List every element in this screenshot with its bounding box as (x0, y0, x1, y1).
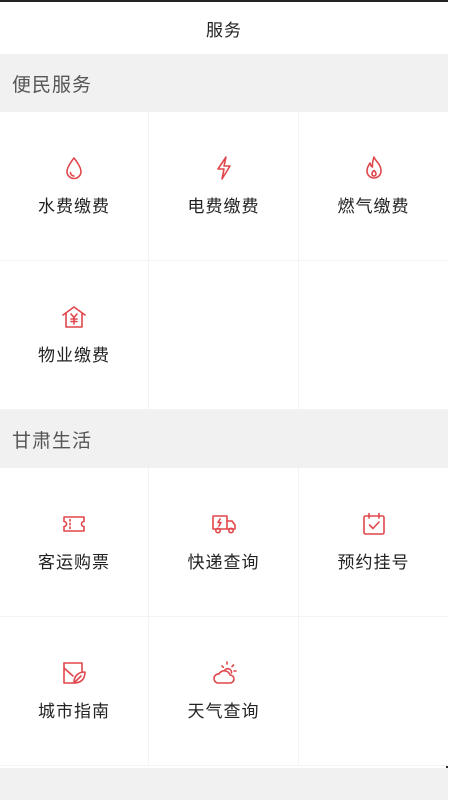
service-item-appointment[interactable]: 预约挂号 (299, 468, 448, 617)
house-yen-icon (60, 303, 88, 331)
service-item-express-query[interactable]: 快递查询 (149, 468, 299, 617)
service-label: 水费缴费 (38, 197, 110, 217)
empty-cell (149, 261, 299, 410)
service-label: 客运购票 (38, 553, 110, 573)
service-grid-convenience: 水费缴费 电费缴费 燃气缴费 物业缴费 (0, 112, 448, 410)
service-item-electricity-bill[interactable]: 电费缴费 (149, 112, 299, 261)
empty-cell (299, 617, 448, 766)
map-leaf-icon (60, 659, 88, 687)
ticket-icon (60, 510, 88, 538)
service-item-city-guide[interactable]: 城市指南 (0, 617, 149, 766)
section-title: 甘肃生活 (12, 429, 93, 452)
empty-cell (299, 261, 448, 410)
service-item-property-fee[interactable]: 物业缴费 (0, 261, 149, 410)
delivery-truck-icon (210, 510, 238, 538)
service-label: 预约挂号 (337, 553, 410, 573)
service-label: 物业缴费 (38, 346, 110, 366)
page-title: 服务 (206, 20, 242, 41)
bottom-spacer (0, 768, 448, 800)
nav-bar: 服务 (0, 2, 448, 54)
service-label: 电费缴费 (187, 197, 260, 217)
service-label: 天气查询 (187, 702, 260, 722)
calendar-check-icon (360, 510, 388, 538)
sun-cloud-icon (210, 659, 238, 687)
water-drop-icon (60, 154, 88, 182)
service-item-water-bill[interactable]: 水费缴费 (0, 112, 149, 261)
section-header-gansu-life: 甘肃生活 (0, 410, 448, 468)
service-grid-gansu-life: 客运购票 快递查询 预约挂号 城市指南 天气查询 (0, 468, 448, 766)
service-label: 快递查询 (187, 553, 260, 573)
app-screen: 服务 便民服务 水费缴费 电费缴费 燃气缴费 物业缴费 甘肃生活 客运购票 快递… (0, 0, 448, 800)
service-label: 城市指南 (38, 702, 110, 722)
section-header-convenience: 便民服务 (0, 54, 448, 112)
service-label: 燃气缴费 (337, 197, 410, 217)
lightning-icon (210, 154, 238, 182)
service-item-weather[interactable]: 天气查询 (149, 617, 299, 766)
flame-icon (360, 154, 388, 182)
section-title: 便民服务 (12, 73, 93, 96)
service-item-bus-ticket[interactable]: 客运购票 (0, 468, 149, 617)
service-item-gas-bill[interactable]: 燃气缴费 (299, 112, 448, 261)
